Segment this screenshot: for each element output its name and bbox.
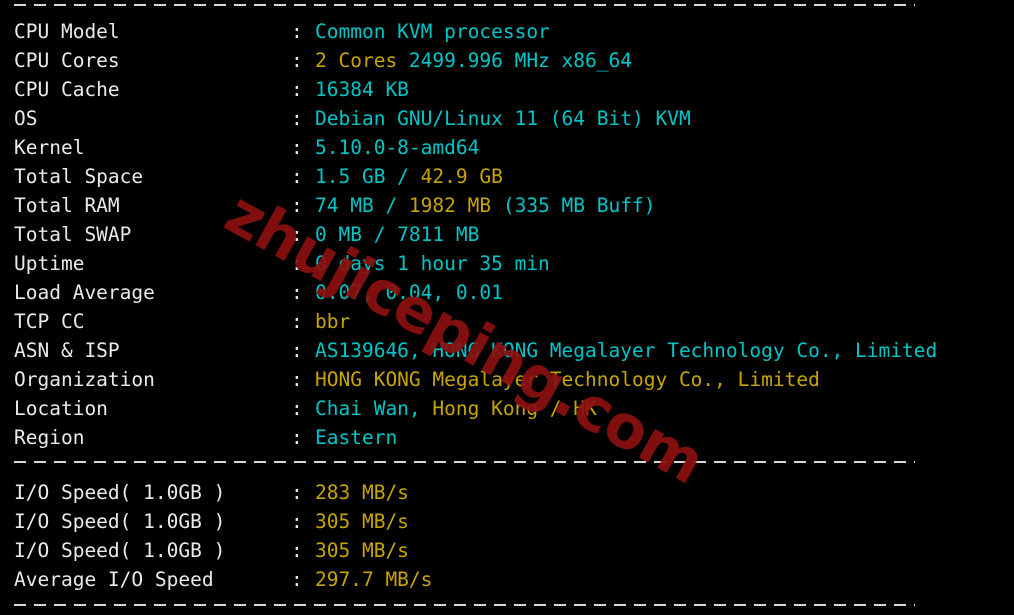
- info-value-segment: 5.10.0-8-amd64: [315, 136, 480, 159]
- info-colon: :: [291, 136, 303, 159]
- info-label: Uptime: [14, 252, 85, 275]
- info-label: Region: [14, 426, 85, 449]
- info-colon: :: [291, 194, 303, 217]
- info-value: Common KVM processor: [315, 17, 550, 46]
- info-value-segment: Chai Wan,: [315, 397, 433, 420]
- info-colon: :: [291, 481, 303, 504]
- info-colon: :: [291, 539, 303, 562]
- info-colon: :: [291, 78, 303, 101]
- info-value-segment: 1982 MB: [408, 194, 503, 217]
- info-label: ASN & ISP: [14, 339, 120, 362]
- info-colon: :: [291, 281, 303, 304]
- info-value-segment: Debian GNU/Linux 11 (64 Bit) KVM: [315, 107, 691, 130]
- info-value-segment: 305 MB/s: [315, 510, 409, 533]
- info-value-segment: 0 days 1 hour 35 min: [315, 252, 550, 275]
- info-value-segment: 283 MB/s: [315, 481, 409, 504]
- info-colon: :: [291, 510, 303, 533]
- info-value: AS139646, HONG KONG Megalayer Technology…: [315, 336, 937, 365]
- info-value: bbr: [315, 307, 350, 336]
- info-value-segment: 2 Cores: [315, 49, 409, 72]
- info-colon: :: [291, 339, 303, 362]
- info-value: 16384 KB: [315, 75, 409, 104]
- info-value-segment: 2499.996 MHz x86_64: [408, 49, 632, 72]
- info-label: Organization: [14, 368, 155, 391]
- info-value: Eastern: [315, 423, 397, 452]
- info-label: OS: [14, 107, 38, 130]
- info-value: 0 days 1 hour 35 min: [315, 249, 550, 278]
- info-value-segment: 1.5 GB /: [315, 165, 421, 188]
- info-value-segment: 305 MB/s: [315, 539, 409, 562]
- separator-top: [14, 4, 915, 6]
- info-label: Load Average: [14, 281, 155, 304]
- info-value-segment: (335 MB Buff): [502, 194, 656, 217]
- info-colon: :: [291, 223, 303, 246]
- info-colon: :: [291, 165, 303, 188]
- info-label: Total RAM: [14, 194, 120, 217]
- info-label: TCP CC: [14, 310, 85, 333]
- separator-bottom: [14, 604, 915, 606]
- info-value-segment: bbr: [315, 310, 351, 333]
- info-value-segment: AS139646, HONG KONG Megalayer Technology…: [315, 339, 938, 362]
- info-value: Debian GNU/Linux 11 (64 Bit) KVM: [315, 104, 691, 133]
- terminal-output: CPU Model: Common KVM processor CPU Cores:…: [0, 0, 1014, 615]
- info-value: 305 MB/s: [315, 507, 409, 536]
- info-colon: :: [291, 426, 303, 449]
- info-value-segment: 42.9 GB: [420, 165, 503, 188]
- info-value: 2 Cores 2499.996 MHz x86_64: [315, 46, 632, 75]
- info-value-segment: HONG KONG Megalayer Technology Co., Limi…: [315, 368, 820, 391]
- info-value: 0 MB / 7811 MB: [315, 220, 479, 249]
- info-value: 297.7 MB/s: [315, 565, 432, 594]
- info-colon: :: [291, 568, 303, 591]
- info-value: 0.07, 0.04, 0.01: [315, 278, 503, 307]
- info-colon: :: [291, 20, 303, 43]
- info-value: 74 MB / 1982 MB (335 MB Buff): [315, 191, 655, 220]
- info-value: 1.5 GB / 42.9 GB: [315, 162, 503, 191]
- info-colon: :: [291, 107, 303, 130]
- info-colon: :: [291, 397, 303, 420]
- info-label: CPU Cache: [14, 78, 120, 101]
- info-value: HONG KONG Megalayer Technology Co., Limi…: [315, 365, 820, 394]
- info-value-segment: 16384 KB: [315, 78, 409, 101]
- info-label: Total Space: [14, 165, 144, 188]
- info-value-segment: Hong Kong / HK: [432, 397, 597, 420]
- info-label: I/O Speed( 1.0GB ): [14, 539, 226, 562]
- info-label: CPU Cores: [14, 49, 120, 72]
- info-colon: :: [291, 49, 303, 72]
- info-value-segment: Common KVM processor: [315, 20, 550, 43]
- separator-middle: [14, 461, 915, 463]
- info-label: CPU Model: [14, 20, 120, 43]
- info-value: 283 MB/s: [315, 478, 409, 507]
- info-label: I/O Speed( 1.0GB ): [14, 510, 226, 533]
- info-label: Average I/O Speed: [14, 568, 214, 591]
- info-value-segment: 297.7 MB/s: [315, 568, 433, 591]
- info-label: Kernel: [14, 136, 85, 159]
- info-colon: :: [291, 310, 303, 333]
- info-label: I/O Speed( 1.0GB ): [14, 481, 226, 504]
- info-colon: :: [291, 368, 303, 391]
- info-value: Chai Wan, Hong Kong / HK: [315, 394, 597, 423]
- info-value: 305 MB/s: [315, 536, 409, 565]
- info-label: Total SWAP: [14, 223, 132, 246]
- info-value: 5.10.0-8-amd64: [315, 133, 479, 162]
- info-label: Location: [14, 397, 108, 420]
- info-value-segment: 0.07, 0.04, 0.01: [315, 281, 503, 304]
- info-colon: :: [291, 252, 303, 275]
- info-value-segment: 0 MB / 7811 MB: [315, 223, 480, 246]
- info-value-segment: 74 MB /: [315, 194, 409, 217]
- info-value-segment: Eastern: [315, 426, 398, 449]
